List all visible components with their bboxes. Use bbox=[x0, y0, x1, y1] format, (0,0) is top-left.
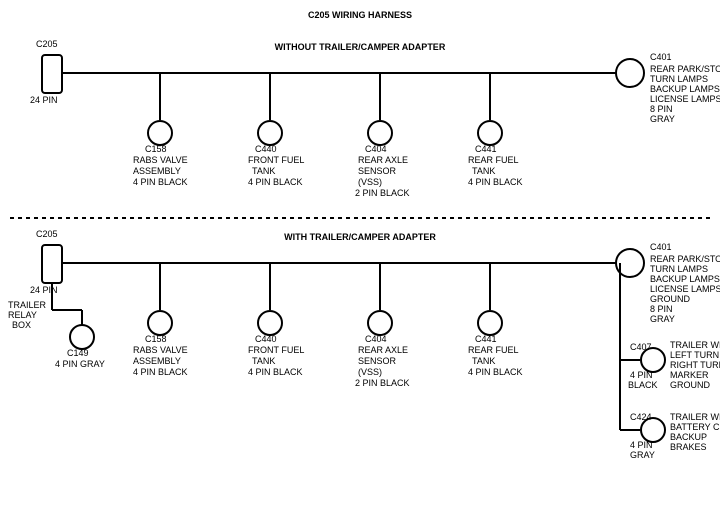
top-c158-desc2: ASSEMBLY bbox=[133, 166, 181, 176]
bottom-c407-pins: 4 PIN bbox=[630, 370, 653, 380]
bottom-c205-label: C205 bbox=[36, 229, 58, 239]
top-c401-desc3: BACKUP LAMPS bbox=[650, 84, 720, 94]
bottom-c424-color: GRAY bbox=[630, 450, 655, 460]
bottom-c149-id: C149 bbox=[67, 348, 89, 358]
bottom-c205-pins: 24 PIN bbox=[30, 285, 58, 295]
top-c205-connector bbox=[42, 55, 62, 93]
bottom-c407-id: C407 bbox=[630, 342, 652, 352]
top-c404-desc1: REAR AXLE bbox=[358, 155, 408, 165]
bottom-c440-id: C440 bbox=[255, 334, 277, 344]
top-c440-connector bbox=[258, 121, 282, 145]
top-c205-pins: 24 PIN bbox=[30, 95, 58, 105]
bottom-c424-label4: BRAKES bbox=[670, 442, 707, 452]
top-c441-id: C441 bbox=[475, 144, 497, 154]
top-c440-desc3: 4 PIN BLACK bbox=[248, 177, 303, 187]
top-c441-connector bbox=[478, 121, 502, 145]
bottom-c424-label3: BACKUP bbox=[670, 432, 707, 442]
bottom-c440-desc2: TANK bbox=[252, 356, 275, 366]
bottom-relay-label2: RELAY bbox=[8, 310, 37, 320]
bottom-c407-label4: MARKER bbox=[670, 370, 709, 380]
bottom-c149-desc: 4 PIN GRAY bbox=[55, 359, 105, 369]
top-c401-connector bbox=[616, 59, 644, 87]
bottom-c404-desc3: (VSS) bbox=[358, 367, 382, 377]
bottom-c424-pins: 4 PIN bbox=[630, 440, 653, 450]
top-c401-desc2: TURN LAMPS bbox=[650, 74, 708, 84]
bottom-c205-connector bbox=[42, 245, 62, 283]
top-c404-id: C404 bbox=[365, 144, 387, 154]
bottom-c404-desc1: REAR AXLE bbox=[358, 345, 408, 355]
bottom-c407-label2: LEFT TURN bbox=[670, 350, 719, 360]
bottom-c424-id: C424 bbox=[630, 412, 652, 422]
top-c158-desc1: RABS VALVE bbox=[133, 155, 188, 165]
bottom-c401-desc3: BACKUP LAMPS bbox=[650, 274, 720, 284]
bottom-c407-label5: GROUND bbox=[670, 380, 710, 390]
top-c441-desc2: TANK bbox=[472, 166, 495, 176]
bottom-c441-connector bbox=[478, 311, 502, 335]
top-c404-desc4: 2 PIN BLACK bbox=[355, 188, 410, 198]
bottom-c401-desc5: GROUND bbox=[650, 294, 690, 304]
bottom-c404-desc2: SENSOR bbox=[358, 356, 397, 366]
bottom-c401-color: GRAY bbox=[650, 314, 675, 324]
top-c401-desc1: REAR PARK/STOP bbox=[650, 64, 720, 74]
top-c205-label: C205 bbox=[36, 39, 58, 49]
top-c401-pins: 8 PIN bbox=[650, 104, 673, 114]
bottom-c441-desc3: 4 PIN BLACK bbox=[468, 367, 523, 377]
page-title: C205 WIRING HARNESS bbox=[308, 10, 412, 20]
top-c404-desc2: SENSOR bbox=[358, 166, 397, 176]
top-c441-desc3: 4 PIN BLACK bbox=[468, 177, 523, 187]
bottom-c149-connector bbox=[70, 325, 94, 349]
section1-label: WITHOUT TRAILER/CAMPER ADAPTER bbox=[275, 42, 446, 52]
bottom-relay-label1: TRAILER bbox=[8, 300, 47, 310]
top-c401-desc4: LICENSE LAMPS bbox=[650, 94, 720, 104]
top-c401-color: GRAY bbox=[650, 114, 675, 124]
top-c401-label: C401 bbox=[650, 52, 672, 62]
bottom-c404-id: C404 bbox=[365, 334, 387, 344]
top-c158-desc3: 4 PIN BLACK bbox=[133, 177, 188, 187]
bottom-c401-desc2: TURN LAMPS bbox=[650, 264, 708, 274]
top-c440-id: C440 bbox=[255, 144, 277, 154]
top-c441-desc1: REAR FUEL bbox=[468, 155, 519, 165]
bottom-c401-desc1: REAR PARK/STOP bbox=[650, 254, 720, 264]
top-c404-desc3: (VSS) bbox=[358, 177, 382, 187]
top-c404-connector bbox=[368, 121, 392, 145]
bottom-c424-label2: BATTERY CHARGE bbox=[670, 422, 720, 432]
bottom-c407-color: BLACK bbox=[628, 380, 658, 390]
bottom-c158-connector bbox=[148, 311, 172, 335]
bottom-c440-desc1: FRONT FUEL bbox=[248, 345, 304, 355]
top-c440-desc1: FRONT FUEL bbox=[248, 155, 304, 165]
section2-label: WITH TRAILER/CAMPER ADAPTER bbox=[284, 232, 436, 242]
bottom-c404-desc4: 2 PIN BLACK bbox=[355, 378, 410, 388]
wiring-diagram: C205 WIRING HARNESS WITHOUT TRAILER/CAMP… bbox=[0, 0, 720, 517]
bottom-c407-label1: TRAILER WIRES bbox=[670, 340, 720, 350]
bottom-c158-desc3: 4 PIN BLACK bbox=[133, 367, 188, 377]
bottom-c440-connector bbox=[258, 311, 282, 335]
bottom-c441-desc2: TANK bbox=[472, 356, 495, 366]
bottom-c424-label1: TRAILER WIRES bbox=[670, 412, 720, 422]
bottom-c158-desc1: RABS VALVE bbox=[133, 345, 188, 355]
bottom-relay-label3: BOX bbox=[12, 320, 31, 330]
bottom-c441-desc1: REAR FUEL bbox=[468, 345, 519, 355]
bottom-c158-id: C158 bbox=[145, 334, 167, 344]
top-c158-connector bbox=[148, 121, 172, 145]
bottom-c401-label: C401 bbox=[650, 242, 672, 252]
bottom-c404-connector bbox=[368, 311, 392, 335]
bottom-c401-desc4: LICENSE LAMPS bbox=[650, 284, 720, 294]
bottom-c407-label3: RIGHT TURN bbox=[670, 360, 720, 370]
bottom-c401-pins: 8 PIN bbox=[650, 304, 673, 314]
bottom-c440-desc3: 4 PIN BLACK bbox=[248, 367, 303, 377]
bottom-c441-id: C441 bbox=[475, 334, 497, 344]
bottom-c158-desc2: ASSEMBLY bbox=[133, 356, 181, 366]
top-c440-desc2: TANK bbox=[252, 166, 275, 176]
top-c158-id: C158 bbox=[145, 144, 167, 154]
